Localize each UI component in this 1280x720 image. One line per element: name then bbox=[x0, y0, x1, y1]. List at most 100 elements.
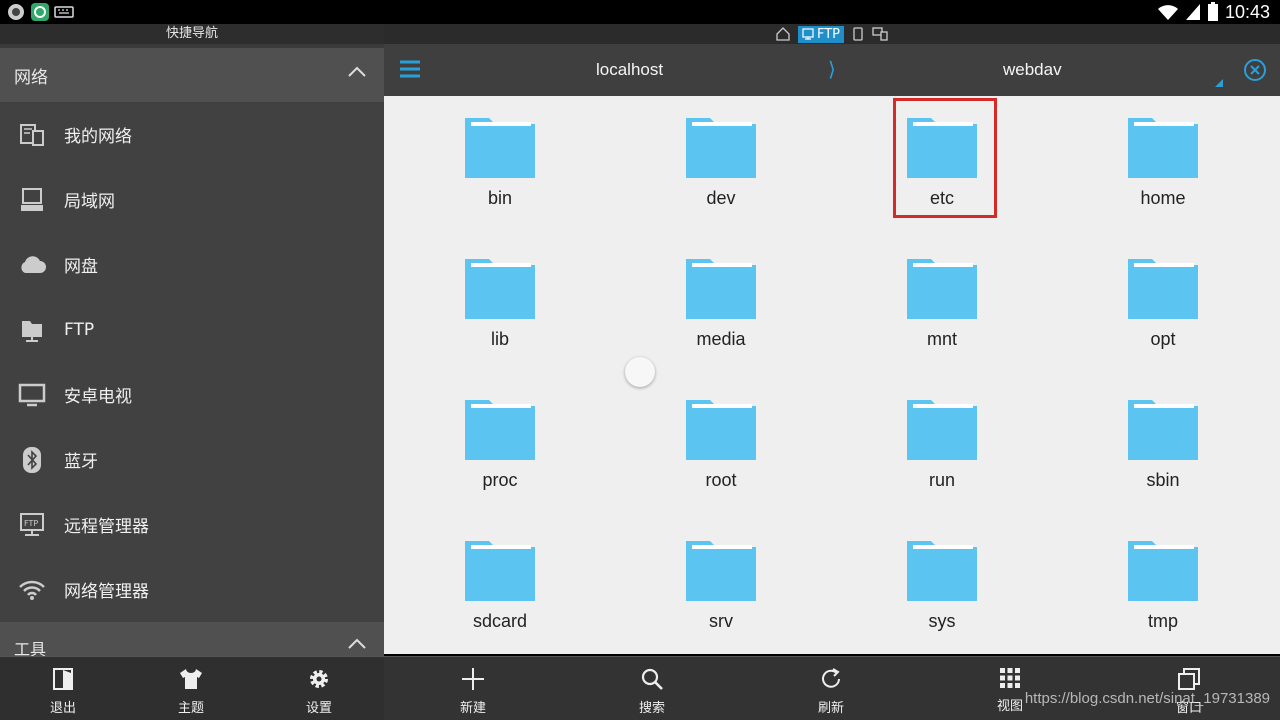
ftp-tab-icon bbox=[802, 28, 814, 40]
folder-icon bbox=[686, 118, 756, 178]
chevron-up-icon bbox=[348, 66, 366, 77]
section-title: 网络 bbox=[14, 67, 48, 88]
exit-icon bbox=[53, 668, 73, 690]
folder-label: home bbox=[1140, 188, 1186, 208]
gear-icon bbox=[310, 670, 328, 688]
folder-item[interactable]: media bbox=[641, 237, 801, 357]
folder-icon bbox=[465, 259, 535, 319]
folder-icon bbox=[465, 118, 535, 178]
devices-icon[interactable] bbox=[872, 27, 888, 41]
section-title: 工具 bbox=[14, 640, 47, 656]
folder-label: bin bbox=[487, 188, 513, 208]
folder-item[interactable]: run bbox=[862, 378, 1022, 498]
ftp-window-tab[interactable]: FTP bbox=[797, 25, 845, 43]
sidebar-item-bluetooth[interactable]: 蓝牙 bbox=[0, 427, 384, 492]
watermark: https://blog.csdn.net/sinat_19731389 bbox=[1024, 690, 1270, 707]
sidebar-item-label: 网盘 bbox=[64, 257, 98, 277]
folder-label: proc bbox=[482, 470, 518, 490]
tv-icon bbox=[18, 383, 46, 406]
folder-icon bbox=[1128, 400, 1198, 460]
sidebar-item-my-network[interactable]: 我的网络 bbox=[0, 102, 384, 167]
remote-manager-icon: FTP bbox=[20, 512, 44, 536]
folder-item[interactable]: opt bbox=[1083, 237, 1243, 357]
bluetooth-icon bbox=[23, 446, 41, 473]
folder-item[interactable]: sys bbox=[862, 519, 1022, 639]
folder-icon bbox=[1128, 259, 1198, 319]
section-header-network[interactable]: 网络 bbox=[0, 44, 384, 102]
search-button[interactable]: 搜索 bbox=[612, 667, 692, 716]
sidebar-item-android-tv[interactable]: 安卓电视 bbox=[0, 362, 384, 427]
clock: 10:43 bbox=[1224, 1, 1270, 22]
breadcrumb-webdav[interactable]: webdav bbox=[1003, 60, 1062, 80]
wifi-icon bbox=[19, 580, 45, 600]
close-icon[interactable] bbox=[1243, 58, 1267, 82]
folder-item[interactable]: mnt bbox=[862, 237, 1022, 357]
new-button[interactable]: 新建 bbox=[433, 667, 513, 716]
folder-item[interactable]: root bbox=[641, 378, 801, 498]
sidebar-item-label: 局域网 bbox=[64, 192, 115, 212]
sidebar-title: 快捷导航 bbox=[0, 24, 384, 44]
folder-label: root bbox=[705, 470, 737, 490]
folder-item[interactable]: sdcard bbox=[420, 519, 580, 639]
section-header-tools[interactable]: 工具 bbox=[0, 622, 384, 656]
selection-highlight bbox=[893, 98, 997, 218]
wifi-signal-icon bbox=[1157, 5, 1178, 20]
cloud-icon bbox=[21, 255, 46, 273]
folder-icon bbox=[686, 259, 756, 319]
breadcrumb-localhost[interactable]: localhost bbox=[596, 60, 663, 80]
exit-button[interactable]: 退出 bbox=[23, 667, 103, 716]
quick-nav-sidebar: 快捷导航 网络 我的网络 局域网 网盘 FTP 安卓电视 蓝牙 FTP 远程管理… bbox=[0, 24, 384, 656]
loading-spinner bbox=[625, 357, 655, 387]
folder-icon bbox=[907, 400, 977, 460]
svg-text:FTP: FTP bbox=[24, 519, 38, 528]
recycle-notification-icon bbox=[31, 3, 49, 21]
ftp-server-icon bbox=[22, 320, 42, 342]
folder-item[interactable]: dev bbox=[641, 96, 801, 216]
refresh-button[interactable]: 刷新 bbox=[791, 667, 871, 716]
folder-item[interactable]: home bbox=[1083, 96, 1243, 216]
folder-icon bbox=[907, 541, 977, 601]
folder-item[interactable]: tmp bbox=[1083, 519, 1243, 639]
folder-item[interactable]: srv bbox=[641, 519, 801, 639]
computer-icon bbox=[21, 187, 43, 211]
theme-shirt-icon bbox=[180, 669, 202, 689]
sidebar-item-ftp[interactable]: FTP bbox=[0, 297, 384, 362]
folder-label: tmp bbox=[1147, 611, 1178, 631]
folder-item[interactable]: proc bbox=[420, 378, 580, 498]
folder-label: mnt bbox=[926, 329, 957, 349]
window-indicator-bar: FTP bbox=[384, 24, 1280, 44]
dropdown-corner-icon[interactable] bbox=[1214, 78, 1224, 88]
keyboard-notification-icon bbox=[54, 6, 74, 18]
folder-icon bbox=[1128, 541, 1198, 601]
menu-icon[interactable] bbox=[398, 59, 422, 79]
folder-item[interactable]: bin bbox=[420, 96, 580, 216]
folder-item[interactable]: sbin bbox=[1083, 378, 1243, 498]
sidebar-toolbar: 退出 主题 设置 bbox=[0, 656, 384, 720]
folder-label: sdcard bbox=[472, 611, 528, 631]
folder-label: dev bbox=[706, 188, 736, 208]
search-icon bbox=[641, 668, 663, 690]
refresh-icon bbox=[822, 668, 840, 688]
windows-icon bbox=[1178, 668, 1200, 690]
sidebar-item-network-manager[interactable]: 网络管理器 bbox=[0, 557, 384, 622]
folder-icon bbox=[686, 400, 756, 460]
theme-button[interactable]: 主题 bbox=[151, 667, 231, 716]
home-icon[interactable] bbox=[776, 27, 790, 41]
sidebar-item-lan[interactable]: 局域网 bbox=[0, 167, 384, 232]
folder-label: sbin bbox=[1146, 470, 1180, 490]
app-notification-icon bbox=[8, 4, 24, 20]
sidebar-item-label: 网络管理器 bbox=[64, 582, 149, 602]
folder-label: media bbox=[696, 329, 746, 349]
folder-item[interactable]: lib bbox=[420, 237, 580, 357]
sidebar-item-cloud[interactable]: 网盘 bbox=[0, 232, 384, 297]
cell-signal-icon bbox=[1185, 4, 1200, 20]
chevron-up-icon bbox=[348, 638, 366, 649]
ftp-tab-label: FTP bbox=[816, 26, 841, 42]
my-network-icon bbox=[20, 123, 44, 146]
phone-icon[interactable] bbox=[852, 27, 864, 41]
breadcrumb-separator: ⟩ bbox=[828, 59, 836, 81]
folder-label: run bbox=[928, 470, 955, 490]
sidebar-item-remote-manager[interactable]: FTP 远程管理器 bbox=[0, 492, 384, 557]
settings-button[interactable]: 设置 bbox=[279, 667, 359, 716]
status-bar: 10:43 bbox=[0, 0, 1280, 24]
